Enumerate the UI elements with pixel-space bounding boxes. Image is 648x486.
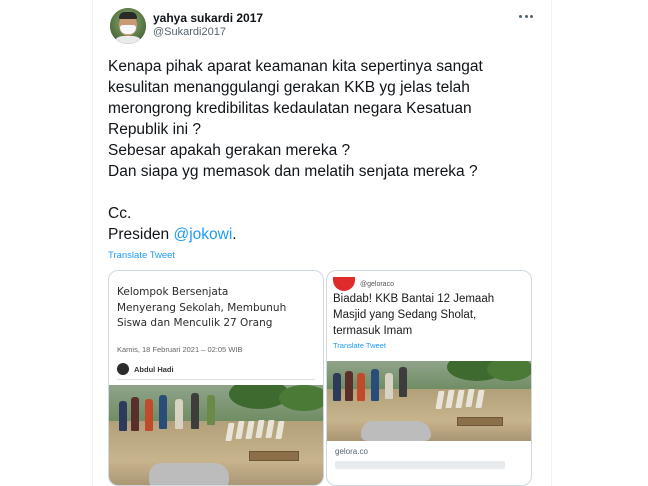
tweet-line: merongrong kredibilitas kedaulatan negar…	[108, 100, 472, 117]
tweet-line: Kenapa pihak aparat keamanan kita sepert…	[108, 58, 483, 75]
tweet-president-line: Presiden @jokowi.	[108, 224, 548, 245]
tweet-line: kesulitan menanggulangi gerakan KKB yg j…	[108, 79, 470, 96]
headline-line: termasuk Imam	[333, 325, 413, 337]
news-photo-left	[109, 385, 323, 485]
tweet-line: Sebesar apakah gerakan mereka ?	[108, 142, 351, 159]
tweet-cc-line: Cc.	[108, 205, 132, 222]
card-translate-tweet-link[interactable]: Translate Tweet	[333, 341, 386, 350]
author-handle[interactable]: @Sukardi2017	[153, 26, 226, 38]
divider	[117, 379, 315, 380]
card-right-headline: Biadab! KKB Bantai 12 Jemaah Masjid yang…	[333, 291, 494, 339]
author-icon	[117, 363, 129, 375]
gelora-logo-icon	[333, 277, 355, 291]
author-avatar[interactable]	[110, 8, 146, 44]
more-horizontal-icon[interactable]	[516, 9, 536, 23]
tweet-line: Republik ini ?	[108, 121, 202, 138]
attached-image-left[interactable]: Kelompok Bersenjata Menyerang Sekolah, M…	[108, 270, 324, 486]
card-left-headline: Kelompok Bersenjata Menyerang Sekolah, M…	[117, 285, 286, 332]
president-suffix: .	[232, 226, 237, 243]
president-prefix: Presiden	[108, 226, 174, 243]
card-right-link-title-placeholder	[335, 461, 505, 469]
news-photo-right	[327, 361, 531, 441]
mention-link[interactable]: @jokowi	[173, 226, 232, 243]
headline-line: Menyerang Sekolah, Membunuh	[117, 301, 287, 314]
card-right-domain[interactable]: gelora.co	[335, 447, 368, 456]
headline-line: Siswa dan Menculik 27 Orang	[117, 317, 273, 329]
tweet-text: Kenapa pihak aparat keamanan kita sepert…	[108, 56, 548, 245]
headline-line: Biadab! KKB Bantai 12 Jemaah	[333, 293, 495, 305]
headline-line: Kelompok Bersenjata	[117, 286, 229, 298]
card-left-author: Abdul Hadi	[117, 363, 174, 375]
attached-image-right[interactable]: @geloraco Biadab! KKB Bantai 12 Jemaah M…	[326, 270, 532, 486]
card-right-source-name: @geloraco	[360, 280, 394, 288]
card-right-source: @geloraco	[333, 277, 394, 291]
author-display-name[interactable]: yahya sukardi 2017	[153, 11, 263, 25]
card-left-dateline: Kamis, 18 Februari 2021 – 02:05 WIB	[117, 345, 243, 354]
headline-line: Masjid yang Sedang Sholat,	[333, 309, 477, 321]
tweet-line: Dan siapa yg memasok dan melatih senjata…	[108, 163, 478, 180]
translate-tweet-link[interactable]: Translate Tweet	[108, 250, 175, 261]
card-left-author-name: Abdul Hadi	[134, 364, 174, 374]
